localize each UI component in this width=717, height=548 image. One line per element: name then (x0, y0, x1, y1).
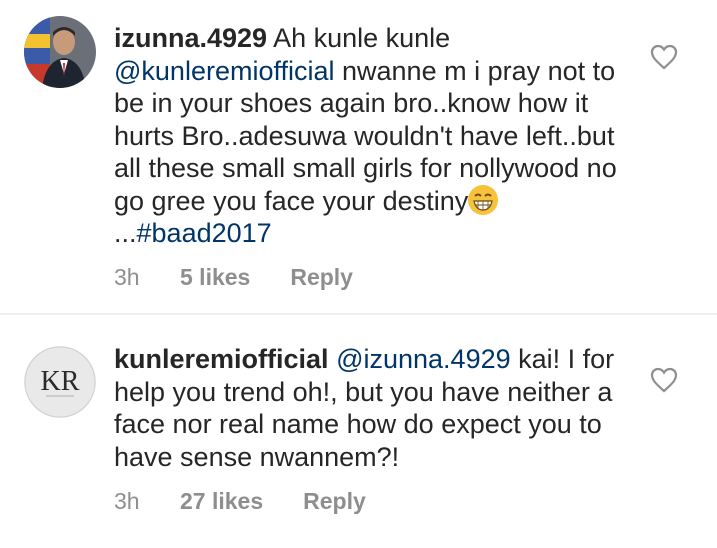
avatar[interactable]: KR (24, 346, 96, 418)
comment-body: kunleremiofficial @izunna.4929 kai! I fo… (114, 343, 634, 473)
comment-timestamp: 3h (114, 264, 140, 290)
kr-logo-icon: KR (24, 346, 96, 418)
hashtag-link[interactable]: #baad2017 (137, 218, 272, 248)
comment-item: izunna.4929 Ah kunle kunle @kunleremioff… (0, 0, 717, 312)
like-heart-icon[interactable] (650, 367, 678, 393)
comment-username[interactable]: izunna.4929 (114, 23, 267, 53)
comment-text: Ah kunle kunle (267, 23, 451, 53)
avatar[interactable] (24, 16, 96, 88)
grinning-face-emoji-icon (468, 184, 499, 215)
mention-link[interactable]: @izunna.4929 (329, 344, 511, 374)
comment-meta: 3h 27 likes Reply (114, 488, 366, 515)
mention-link[interactable]: @kunleremiofficial (114, 56, 335, 86)
comment-body: izunna.4929 Ah kunle kunle @kunleremioff… (114, 22, 634, 250)
like-heart-icon[interactable] (650, 44, 678, 70)
comment-meta: 3h 5 likes Reply (114, 264, 353, 291)
comment-item: KR kunleremiofficial @izunna.4929 kai! I… (0, 312, 717, 544)
profile-photo-icon (24, 16, 96, 88)
svg-text:KR: KR (41, 366, 80, 397)
reply-button[interactable]: Reply (290, 264, 353, 291)
likes-count[interactable]: 5 likes (180, 264, 250, 291)
reply-button[interactable]: Reply (303, 488, 366, 515)
comment-timestamp: 3h (114, 488, 140, 514)
comment-username[interactable]: kunleremiofficial (114, 344, 329, 374)
comment-divider (0, 313, 717, 315)
comment-text: ... (114, 218, 137, 248)
likes-count[interactable]: 27 likes (180, 488, 263, 515)
